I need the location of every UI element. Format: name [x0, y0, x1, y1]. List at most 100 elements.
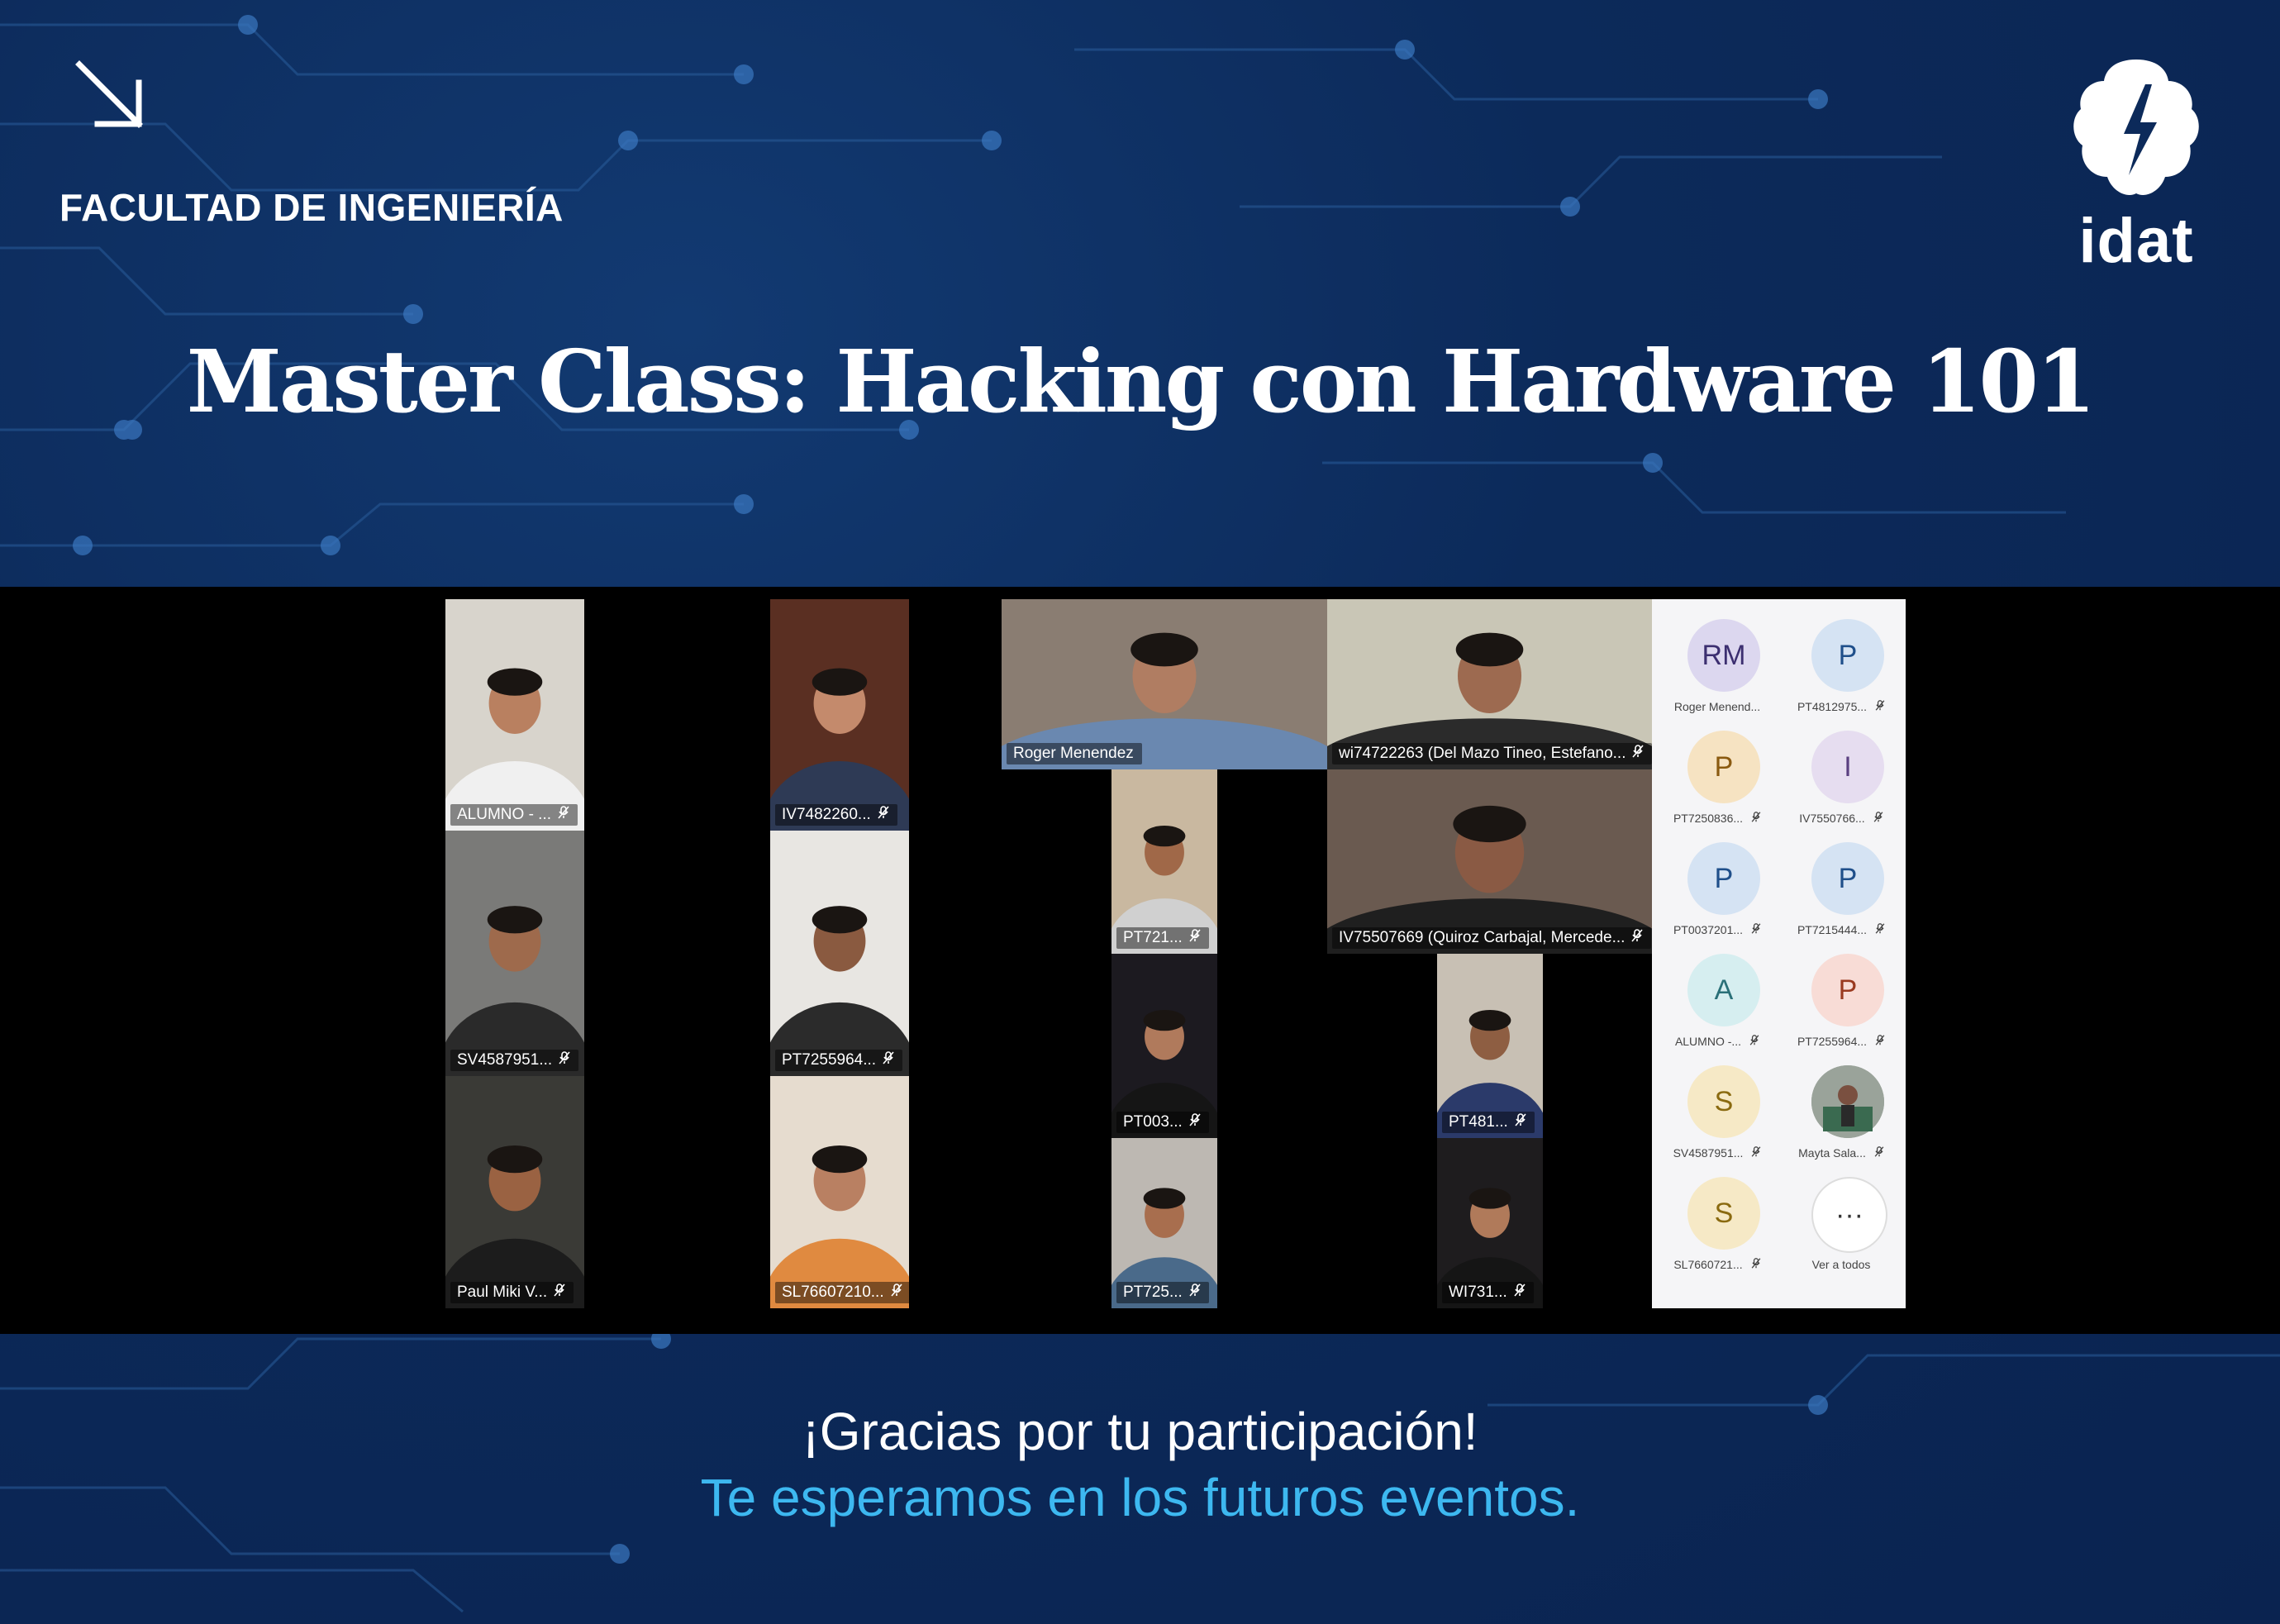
- video-tile[interactable]: WI731...: [1437, 1138, 1543, 1308]
- participant-avatar-item[interactable]: P PT7255964...: [1779, 942, 1903, 1054]
- participant-video-feed: [445, 831, 584, 1076]
- participant-list-name: PT7255964...: [1779, 1035, 1903, 1048]
- participant-video-feed: [770, 831, 909, 1076]
- mic-muted-icon: [1875, 1035, 1885, 1048]
- mic-muted-icon: [1874, 1146, 1884, 1160]
- participant-name-label: PT003...: [1116, 1112, 1209, 1133]
- video-tile[interactable]: PT725...: [1111, 1138, 1217, 1308]
- video-tile[interactable]: PT481...: [1437, 954, 1543, 1138]
- mic-muted-icon: [1751, 1146, 1761, 1160]
- see-all-button[interactable]: ··· Ver a todos: [1779, 1165, 1903, 1277]
- avatar: P: [1811, 954, 1884, 1026]
- participant-name-label: ALUMNO - ...: [450, 804, 578, 826]
- avatar: P: [1811, 842, 1884, 915]
- video-tile[interactable]: IV7482260...: [770, 599, 909, 831]
- avatar: S: [1687, 1177, 1760, 1250]
- video-tile[interactable]: Roger Menendez: [1002, 599, 1327, 769]
- mic-muted-icon: [554, 1283, 565, 1301]
- mic-muted-icon: [883, 1051, 894, 1069]
- brain-bolt-logo-icon: [2073, 60, 2199, 195]
- participant-list-name: PT4812975...: [1779, 700, 1903, 713]
- mic-muted-icon: [1515, 1113, 1526, 1131]
- participant-video-feed: [1437, 954, 1543, 1138]
- mic-muted-icon: [1875, 700, 1885, 713]
- participant-name: SL76607210...: [782, 1283, 884, 1301]
- avatar: P: [1811, 619, 1884, 692]
- mic-muted-icon: [1751, 1258, 1761, 1271]
- avatar: P: [1687, 731, 1760, 803]
- mic-muted-icon: [1751, 812, 1761, 825]
- faculty-label: FACULTAD DE INGENIERÍA: [59, 186, 564, 229]
- participant-name-label: IV75507669 (Quiroz Carbajal, Mercede...: [1332, 927, 1652, 949]
- participant-name-label: SL76607210...: [775, 1282, 909, 1303]
- participant-video-feed: [445, 599, 584, 831]
- participant-name: PT721...: [1123, 929, 1183, 946]
- invite-message: Te esperamos en los futuros eventos.: [700, 1468, 1580, 1527]
- participant-name: Roger Menendez: [1013, 745, 1134, 762]
- mic-muted-icon: [1514, 1283, 1526, 1301]
- avatar: I: [1811, 731, 1884, 803]
- participant-name-label: Paul Miki V...: [450, 1282, 574, 1303]
- participants-panel: RM Roger Menend... P PT4812975... P PT7250836…: [1652, 599, 1906, 1308]
- participant-avatar-item[interactable]: P PT7250836...: [1655, 719, 1779, 831]
- participant-name: ALUMNO - ...: [457, 806, 552, 823]
- video-tile[interactable]: IV75507669 (Quiroz Carbajal, Mercede...: [1327, 769, 1652, 954]
- brand-wordmark: idat: [2078, 206, 2194, 276]
- participant-video-feed: [770, 599, 909, 831]
- video-tile[interactable]: ALUMNO - ...: [445, 599, 584, 831]
- video-tile[interactable]: SL76607210...: [770, 1076, 909, 1308]
- participant-name: PT481...: [1449, 1113, 1508, 1131]
- participant-name: Paul Miki V...: [457, 1283, 548, 1301]
- participant-avatar-item[interactable]: P PT4812975...: [1779, 607, 1903, 719]
- participant-avatar-item[interactable]: A ALUMNO -...: [1655, 942, 1779, 1054]
- mic-muted-icon: [1875, 923, 1885, 936]
- participant-name: PT7255964...: [782, 1051, 877, 1069]
- participant-name-label: PT7255964...: [775, 1050, 903, 1071]
- video-tile[interactable]: SV4587951...: [445, 831, 584, 1076]
- more-icon: ···: [1811, 1177, 1887, 1253]
- participant-list-name: Mayta Sala...: [1779, 1146, 1903, 1160]
- participant-name-label: WI731...: [1442, 1282, 1534, 1303]
- participant-name: IV75507669 (Quiroz Carbajal, Mercede...: [1339, 929, 1626, 946]
- mic-muted-icon: [1189, 1113, 1201, 1131]
- participant-list-name: PT0037201...: [1655, 923, 1779, 936]
- video-tile[interactable]: PT721...: [1111, 769, 1217, 954]
- participant-list-name: SV4587951...: [1655, 1146, 1779, 1160]
- mic-muted-icon: [1189, 929, 1201, 946]
- participant-avatar-item[interactable]: P PT7215444...: [1779, 831, 1903, 942]
- video-tile[interactable]: Paul Miki V...: [445, 1076, 584, 1308]
- participant-name: wi74722263 (Del Mazo Tineo, Estefano...: [1339, 745, 1626, 762]
- avatar: S: [1687, 1065, 1760, 1138]
- participant-list-name: SL7660721...: [1655, 1258, 1779, 1271]
- participant-list-name: PT7250836...: [1655, 812, 1779, 825]
- arrow-down-right-icon: [75, 60, 143, 128]
- participant-avatar-item[interactable]: Mayta Sala...: [1779, 1054, 1903, 1165]
- page-title: Master Class: Hacking con Hardware 101: [186, 331, 2097, 432]
- participant-name: SV4587951...: [457, 1051, 553, 1069]
- mic-muted-icon: [1873, 812, 1883, 825]
- video-call-gallery: ALUMNO - ... IV7482260... Roger Menendez…: [0, 587, 2280, 1334]
- participant-name-label: PT721...: [1116, 927, 1209, 949]
- participant-list-name: Ver a todos: [1811, 1258, 1871, 1271]
- participant-avatar-item[interactable]: S SL7660721...: [1655, 1165, 1779, 1277]
- participant-name-label: Roger Menendez: [1007, 743, 1142, 764]
- event-poster: FACULTAD DE INGENIERÍA idat Master Class…: [0, 0, 2280, 1624]
- participant-list-name: PT7215444...: [1779, 923, 1903, 936]
- participant-video-feed: [445, 1076, 584, 1308]
- participant-list-name: IV7550766...: [1779, 812, 1903, 825]
- avatar: RM: [1687, 619, 1760, 692]
- mic-muted-icon: [559, 1051, 570, 1069]
- video-tile[interactable]: wi74722263 (Del Mazo Tineo, Estefano...: [1327, 599, 1652, 769]
- participant-name-label: SV4587951...: [450, 1050, 579, 1071]
- participant-avatar-item[interactable]: I IV7550766...: [1779, 719, 1903, 831]
- participant-list-name: Roger Menend...: [1673, 700, 1761, 713]
- video-tile[interactable]: PT003...: [1111, 954, 1217, 1138]
- participant-video-feed: [1327, 769, 1652, 954]
- participant-avatar-item[interactable]: S SV4587951...: [1655, 1054, 1779, 1165]
- video-tile[interactable]: PT7255964...: [770, 831, 909, 1076]
- mic-muted-icon: [1189, 1283, 1201, 1301]
- participant-avatar-item[interactable]: RM Roger Menend...: [1655, 607, 1779, 719]
- mic-muted-icon: [1632, 745, 1645, 762]
- participant-avatar-item[interactable]: P PT0037201...: [1655, 831, 1779, 942]
- avatar: P: [1687, 842, 1760, 915]
